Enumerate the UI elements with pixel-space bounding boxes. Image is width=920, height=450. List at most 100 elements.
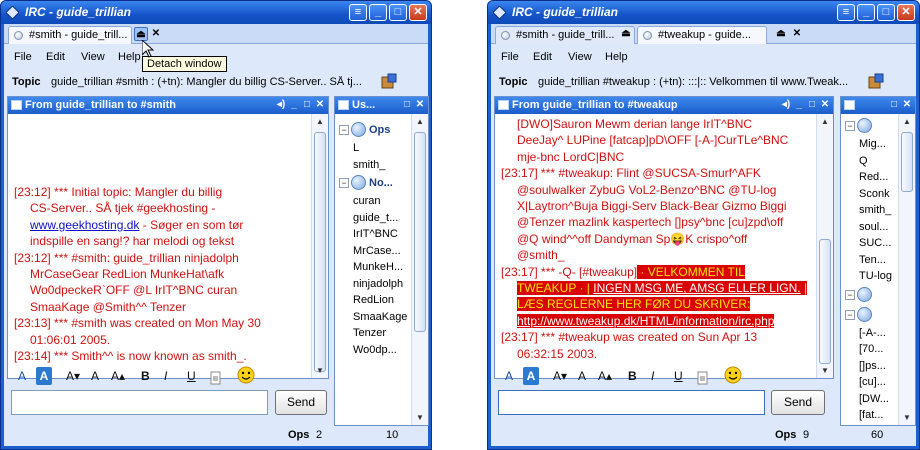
pane-minimize-icon[interactable]: _ (288, 98, 300, 112)
underline-button[interactable]: U (674, 367, 683, 385)
geekhosting-link[interactable]: www.geekhosting.dk (30, 218, 139, 232)
pane-maximize-icon[interactable]: □ (301, 98, 313, 112)
menu-view[interactable]: View (568, 51, 592, 63)
menu-view[interactable]: View (81, 51, 105, 63)
edit-topic-icon[interactable] (379, 73, 399, 91)
send-button[interactable]: Send (275, 390, 327, 415)
italic-button[interactable]: I (164, 367, 167, 385)
chat-log[interactable]: [DWO]Sauron Mewm derian lange IrIT^BNC D… (495, 114, 833, 378)
emoticon-icon[interactable] (724, 366, 742, 384)
detach-window-icon[interactable]: ⏏ (134, 27, 148, 41)
user-item[interactable]: L (339, 140, 408, 157)
topic-text[interactable]: guide_trillian #tweakup : (+tn): :::|:: … (538, 76, 856, 88)
collapse-icon[interactable]: − (339, 178, 349, 188)
user-item[interactable]: smith_ (339, 157, 408, 174)
user-item[interactable]: [DW... (845, 391, 895, 408)
message-input[interactable] (11, 390, 268, 415)
chat-log[interactable]: [23:12] *** Initial topic: Mangler du bi… (8, 114, 328, 378)
menu-icon[interactable]: ≡ (349, 4, 367, 21)
user-item[interactable]: MunkeH... (339, 259, 408, 276)
user-item[interactable]: SUC... (845, 235, 895, 252)
scroll-up-icon[interactable]: ▲ (412, 114, 428, 129)
user-item[interactable]: MrCase... (339, 243, 408, 260)
user-item[interactable]: guide_t... (339, 210, 408, 227)
user-item[interactable]: Tenzer (339, 325, 408, 342)
sound-icon[interactable]: ◂) (275, 98, 287, 112)
font-larger-button[interactable]: A▴ (598, 367, 612, 385)
sound-icon[interactable]: ◂) (780, 98, 792, 112)
user-item[interactable]: Q (845, 153, 895, 170)
user-item[interactable]: Red... (845, 169, 895, 186)
menu-help[interactable]: Help (118, 51, 141, 63)
pane-close-icon[interactable]: ✕ (314, 98, 326, 112)
scroll-thumb[interactable] (314, 132, 326, 372)
scroll-thumb[interactable] (901, 132, 913, 192)
user-scrollbar[interactable]: ▲ ▼ (898, 114, 915, 425)
user-group-normal[interactable]: − No... (339, 173, 408, 193)
scroll-up-icon[interactable]: ▲ (899, 114, 915, 129)
bold-button[interactable]: B (628, 367, 637, 385)
scroll-thumb[interactable] (819, 239, 831, 364)
background-color-button[interactable]: A (523, 367, 539, 385)
maximize-icon[interactable]: □ (389, 4, 407, 21)
scroll-up-icon[interactable]: ▲ (817, 114, 833, 129)
chat-scrollbar[interactable]: ▲ ▼ (311, 114, 328, 378)
user-group-voice[interactable]: − (845, 285, 895, 305)
underline-button[interactable]: U (187, 367, 196, 385)
tweakup-rules-link[interactable]: http://www.tweakup.dk/HTML/information/i… (517, 314, 774, 328)
scroll-thumb[interactable] (414, 132, 426, 332)
scroll-down-icon[interactable]: ▼ (899, 410, 915, 425)
user-item[interactable]: Ten... (845, 252, 895, 269)
font-smaller-button[interactable]: A▾ (66, 367, 80, 385)
user-item[interactable]: [cu]... (845, 374, 895, 391)
title-bar[interactable]: IRC - guide_trillian ≡ _ □ ✕ (1, 1, 431, 24)
clear-format-icon[interactable] (697, 369, 708, 387)
collapse-icon[interactable]: − (845, 309, 855, 320)
close-window-icon[interactable]: ✕ (897, 4, 915, 21)
bold-button[interactable]: B (141, 367, 150, 385)
user-item[interactable]: [-A-... (845, 325, 895, 342)
send-button[interactable]: Send (771, 390, 825, 415)
user-group-normal[interactable]: − (845, 305, 895, 325)
font-normal-button[interactable]: A (91, 367, 99, 385)
tab-smith[interactable]: #smith - guide_trill... (495, 26, 635, 44)
user-item[interactable]: soul... (845, 219, 895, 236)
user-list[interactable]: − Mig... Q Red... Sconk smith_ soul... S… (841, 114, 915, 425)
pane-close-icon[interactable]: ✕ (901, 98, 913, 112)
user-item[interactable]: IrIT^BNC (339, 226, 408, 243)
clear-format-icon[interactable] (210, 369, 221, 387)
user-list[interactable]: − Ops L smith_ − No... curan guide_t... … (335, 114, 428, 425)
menu-icon[interactable]: ≡ (837, 4, 855, 21)
menu-edit[interactable]: Edit (46, 51, 65, 63)
user-group-ops[interactable]: − (845, 116, 895, 136)
topic-text[interactable]: guide_trillian #smith : (+tn): Mangler d… (51, 76, 369, 88)
user-item[interactable]: RedLion (339, 292, 408, 309)
edit-topic-icon[interactable] (866, 73, 886, 91)
emoticon-icon[interactable] (237, 366, 255, 384)
minimize-icon[interactable]: _ (857, 4, 875, 21)
pane-minimize-icon[interactable]: _ (793, 98, 805, 112)
menu-file[interactable]: File (501, 51, 519, 63)
pane-close-icon[interactable]: ✕ (819, 98, 831, 112)
user-item[interactable]: Sconk (845, 186, 895, 203)
italic-button[interactable]: I (651, 367, 654, 385)
user-item[interactable]: SmaaKage (339, 309, 408, 326)
user-group-ops[interactable]: − Ops (339, 120, 408, 140)
close-window-icon[interactable]: ✕ (409, 4, 427, 21)
maximize-icon[interactable]: □ (877, 4, 895, 21)
user-item[interactable]: Wo0dp... (339, 342, 408, 359)
pane-maximize-icon[interactable]: □ (401, 98, 413, 112)
user-item[interactable]: [70... (845, 341, 895, 358)
user-item[interactable]: []ps... (845, 358, 895, 375)
detach-window-icon[interactable]: ⏏ (619, 27, 633, 41)
pane-maximize-icon[interactable]: □ (888, 98, 900, 112)
font-smaller-button[interactable]: A▾ (553, 367, 567, 385)
menu-file[interactable]: File (14, 51, 32, 63)
detach-window-icon[interactable]: ⏏ (774, 27, 788, 41)
font-color-button[interactable]: A (505, 367, 513, 385)
chat-scrollbar[interactable]: ▲ ▼ (816, 114, 833, 378)
scroll-down-icon[interactable]: ▼ (412, 410, 428, 425)
collapse-icon[interactable]: − (845, 289, 855, 300)
tab-tweakup[interactable]: #tweakup - guide... (637, 26, 767, 44)
font-color-button[interactable]: A (18, 367, 26, 385)
